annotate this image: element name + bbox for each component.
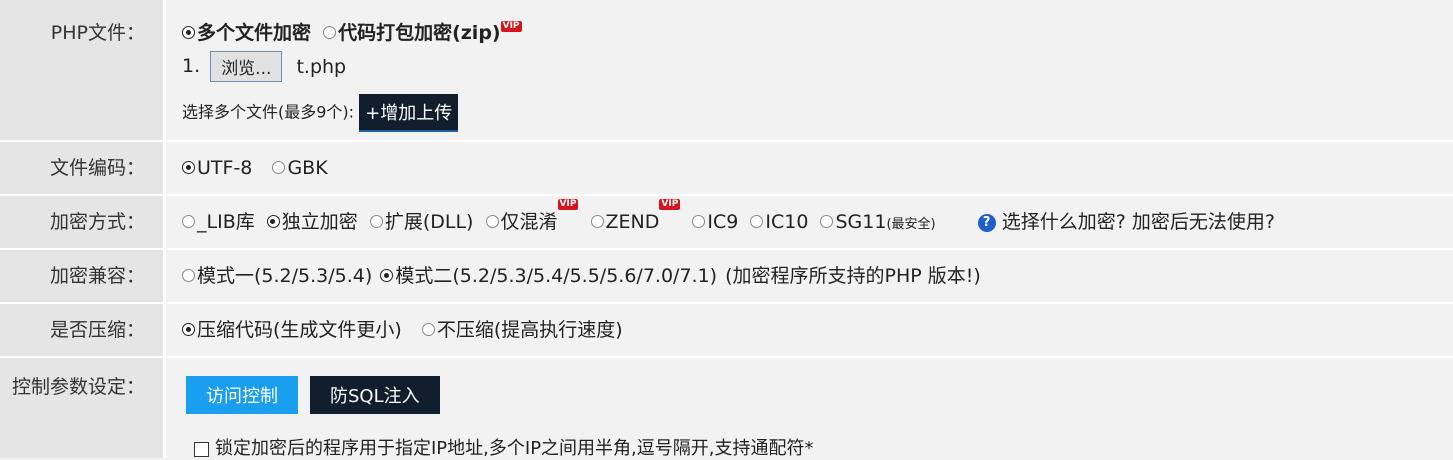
compat-mode2-option[interactable]: 模式二(5.2/5.3/5.4/5.5/5.6/7.0/7.1) [380, 250, 717, 302]
help-link-failed[interactable]: 加密后无法使用? [1132, 211, 1275, 233]
method-sg11-option[interactable]: SG11(最安全) [820, 196, 936, 251]
mode-multi-option[interactable]: 多个文件加密 [182, 18, 311, 45]
encrypt-method-label: 加密方式： [0, 196, 166, 248]
compat-mode1-radio[interactable] [182, 269, 195, 282]
method-standalone-radio[interactable] [266, 215, 280, 228]
encoding-gbk-option[interactable]: GBK [272, 142, 328, 194]
compat-value: 模式一(5.2/5.3/5.4) 模式二(5.2/5.3/5.4/5.5/5.6… [166, 250, 1453, 302]
php-file-label: PHP文件： [0, 0, 166, 140]
method-sg11-radio[interactable] [820, 215, 834, 228]
method-dll-option[interactable]: 扩展(DLL) [369, 196, 473, 248]
compress-no-option[interactable]: 不压缩(提高执行速度) [421, 304, 623, 356]
tab-sql-injection[interactable]: 防SQL注入 [310, 376, 440, 414]
encrypt-method-value: _LIB库 独立加密 扩展(DLL) 仅混淆VIP ZENDVIP IC9 IC… [166, 196, 1453, 248]
method-ic9-radio[interactable] [692, 215, 706, 228]
select-hint: 选择多个文件(最多9个): [182, 102, 355, 122]
file-index: 1. [182, 55, 201, 77]
compat-row: 加密兼容： 模式一(5.2/5.3/5.4) 模式二(5.2/5.3/5.4/5… [0, 250, 1453, 304]
method-lib-radio[interactable] [182, 215, 195, 228]
control-row: 控制参数设定： 访问控制 防SQL注入 锁定加密后的程序用于指定IP地址,多个I… [0, 358, 1453, 460]
compress-no-radio[interactable] [421, 323, 435, 336]
php-file-value: 多个文件加密 代码打包加密(zip) VIP 1. 浏览... t.php 选择多… [166, 0, 1453, 140]
method-zend-option[interactable]: ZENDVIP [590, 196, 681, 248]
file-input-line: 1. 浏览... t.php [182, 51, 1453, 82]
compat-mode2-radio[interactable] [380, 269, 394, 282]
control-value: 访问控制 防SQL注入 锁定加密后的程序用于指定IP地址,多个IP之间用半角,逗… [166, 358, 1453, 460]
browse-button[interactable]: 浏览... [210, 51, 283, 82]
help-link-choose[interactable]: 选择什么加密? [1002, 211, 1126, 233]
encoding-utf8-radio[interactable] [182, 161, 195, 174]
compress-label: 是否压缩： [0, 304, 166, 356]
method-lib-option[interactable]: _LIB库 [182, 196, 255, 248]
mode-multi-radio[interactable] [182, 26, 195, 39]
encoding-utf8-option[interactable]: UTF-8 [182, 142, 252, 194]
mode-zip-radio[interactable] [323, 26, 337, 39]
encoding-gbk-radio[interactable] [272, 161, 286, 174]
vip-badge-icon: VIP [659, 199, 681, 210]
encoding-label: 文件编码： [0, 142, 166, 194]
vip-badge-icon: VIP [557, 199, 579, 210]
method-ic9-option[interactable]: IC9 [692, 196, 738, 248]
method-obfuscate-radio[interactable] [485, 215, 499, 228]
compat-note: (加密程序所支持的PHP 版本!) [725, 265, 981, 287]
compress-yes-option[interactable]: 压缩代码(生成文件更小) [182, 304, 402, 356]
control-tabs: 访问控制 防SQL注入 [186, 376, 1453, 414]
encrypt-method-row: 加密方式： _LIB库 独立加密 扩展(DLL) 仅混淆VIP ZENDVIP … [0, 196, 1453, 250]
help-icon[interactable]: ? [977, 213, 996, 232]
method-dll-radio[interactable] [369, 215, 383, 228]
compress-row: 是否压缩： 压缩代码(生成文件更小) 不压缩(提高执行速度) [0, 304, 1453, 358]
method-ic10-radio[interactable] [750, 215, 764, 228]
compress-yes-radio[interactable] [182, 323, 195, 336]
ip-lock-line: 锁定加密后的程序用于指定IP地址,多个IP之间用半角,逗号隔开,支持通配符* [194, 434, 1453, 460]
encoding-value: UTF-8 GBK [166, 142, 1453, 194]
ip-lock-checkbox[interactable] [194, 441, 209, 457]
add-upload-line: 选择多个文件(最多9个): +增加上传 [182, 94, 1453, 132]
method-ic10-option[interactable]: IC10 [750, 196, 808, 248]
encoding-row: 文件编码： UTF-8 GBK [0, 142, 1453, 196]
selected-filename: t.php [296, 55, 347, 78]
php-file-row: PHP文件： 多个文件加密 代码打包加密(zip) VIP 1. 浏览... t.… [0, 0, 1453, 142]
mode-zip-option[interactable]: 代码打包加密(zip) VIP [323, 18, 522, 45]
vip-badge-icon: VIP [500, 21, 522, 32]
compat-label: 加密兼容： [0, 250, 166, 302]
method-zend-radio[interactable] [590, 215, 604, 228]
method-standalone-option[interactable]: 独立加密 [266, 196, 358, 248]
encrypt-form: PHP文件： 多个文件加密 代码打包加密(zip) VIP 1. 浏览... t.… [0, 0, 1453, 460]
tab-access-control[interactable]: 访问控制 [186, 376, 298, 414]
compress-value: 压缩代码(生成文件更小) 不压缩(提高执行速度) [166, 304, 1453, 356]
control-label: 控制参数设定： [0, 358, 166, 458]
method-obfuscate-option[interactable]: 仅混淆VIP [485, 196, 579, 248]
add-upload-button[interactable]: +增加上传 [359, 94, 459, 132]
compat-mode1-option[interactable]: 模式一(5.2/5.3/5.4) [182, 250, 372, 302]
